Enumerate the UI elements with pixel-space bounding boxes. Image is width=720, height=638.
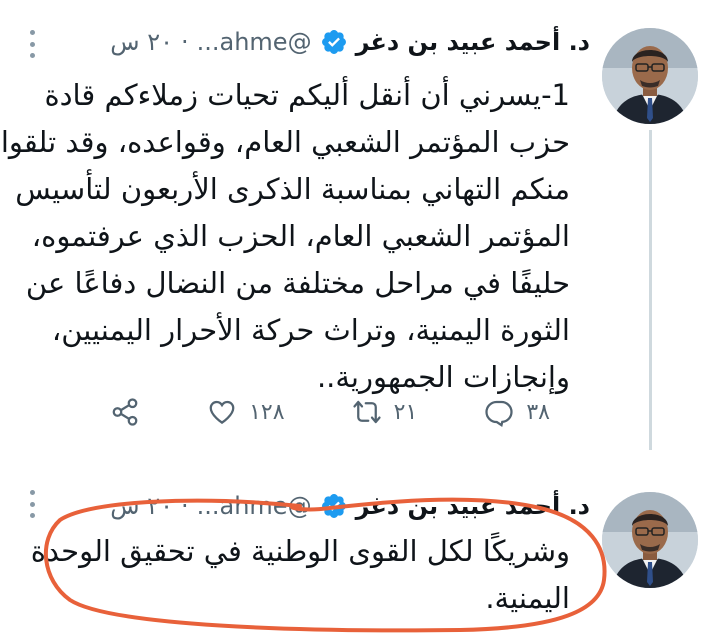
like-button[interactable]: ١٢٨ — [207, 397, 285, 427]
more-options-icon[interactable] — [28, 490, 36, 518]
author-name[interactable]: د. أحمد عبيد بن دغر — [356, 22, 590, 62]
share-button[interactable] — [110, 397, 140, 427]
separator-dot: · — [180, 492, 189, 520]
tweet-text-line: الثورة اليمنية، وتراث حركة الأحرار اليمن… — [51, 313, 570, 347]
author-avatar[interactable] — [602, 492, 698, 588]
retweet-icon — [353, 400, 381, 424]
verified-badge-icon — [321, 494, 346, 518]
author-avatar[interactable] — [602, 28, 698, 124]
avatar-photo — [602, 492, 698, 588]
verified-badge-icon — [321, 30, 346, 54]
tweet-timestamp[interactable]: ٢٠ س — [110, 486, 173, 526]
avatar-photo — [602, 28, 698, 124]
tweet-text-line: 1-يسرني أن أنقل أليكم تحيات زملاءكم قادة — [44, 78, 570, 112]
tweet-text-line: منكم التهاني بمناسبة الذكرى الأربعون لتأ… — [15, 172, 570, 206]
reply-icon — [485, 400, 513, 427]
share-icon — [112, 398, 138, 426]
retweet-count: ٢١ — [393, 399, 418, 425]
tweet-text-line: حليفًا في مراحل مختلفة من النضال دفاعًا … — [25, 266, 570, 300]
tweet-text-line: حزب المؤتمر الشعبي العام، وقواعده، وقد ت… — [0, 125, 570, 159]
reply-count: ٣٨ — [526, 399, 550, 425]
author-name[interactable]: د. أحمد عبيد بن دغر — [356, 486, 590, 526]
tweet-text-line: المؤتمر الشعبي العام، الحزب الذي عرفتموه… — [31, 219, 570, 253]
tweet-text-line: وشريكًا لكل القوى الوطنية في تحقيق الوحد… — [30, 534, 570, 568]
thread-connector-line — [649, 130, 652, 450]
tweet-1[interactable]: د. أحمد عبيد بن دغر @ahme... · ٢٠ س 1-يس… — [0, 0, 720, 460]
heart-icon — [209, 400, 235, 424]
author-handle[interactable]: @ahme... — [197, 22, 312, 62]
tweet-2[interactable]: د. أحمد عبيد بن دغر @ahme... · ٢٠ س وشري… — [0, 470, 720, 638]
tweet-text: وشريكًا لكل القوى الوطنية في تحقيق الوحد… — [30, 528, 570, 622]
like-count: ١٢٨ — [249, 399, 285, 425]
tweet-text: 1-يسرني أن أنقل أليكم تحيات زملاءكم قادة… — [0, 72, 570, 401]
tweet-actions-bar: ٣٨ ٢١ ١٢٨ — [30, 392, 590, 432]
retweet-button[interactable]: ٢١ — [352, 397, 418, 427]
reply-button[interactable]: ٣٨ — [484, 397, 550, 427]
more-options-icon[interactable] — [28, 30, 36, 58]
tweet-timestamp[interactable]: ٢٠ س — [110, 22, 173, 62]
tweet-text-line: اليمنية. — [485, 581, 570, 615]
tweet-header: د. أحمد عبيد بن دغر @ahme... · ٢٠ س — [30, 22, 590, 62]
author-handle[interactable]: @ahme... — [197, 486, 312, 526]
separator-dot: · — [180, 28, 189, 56]
tweet-header: د. أحمد عبيد بن دغر @ahme... · ٢٠ س — [30, 486, 590, 526]
